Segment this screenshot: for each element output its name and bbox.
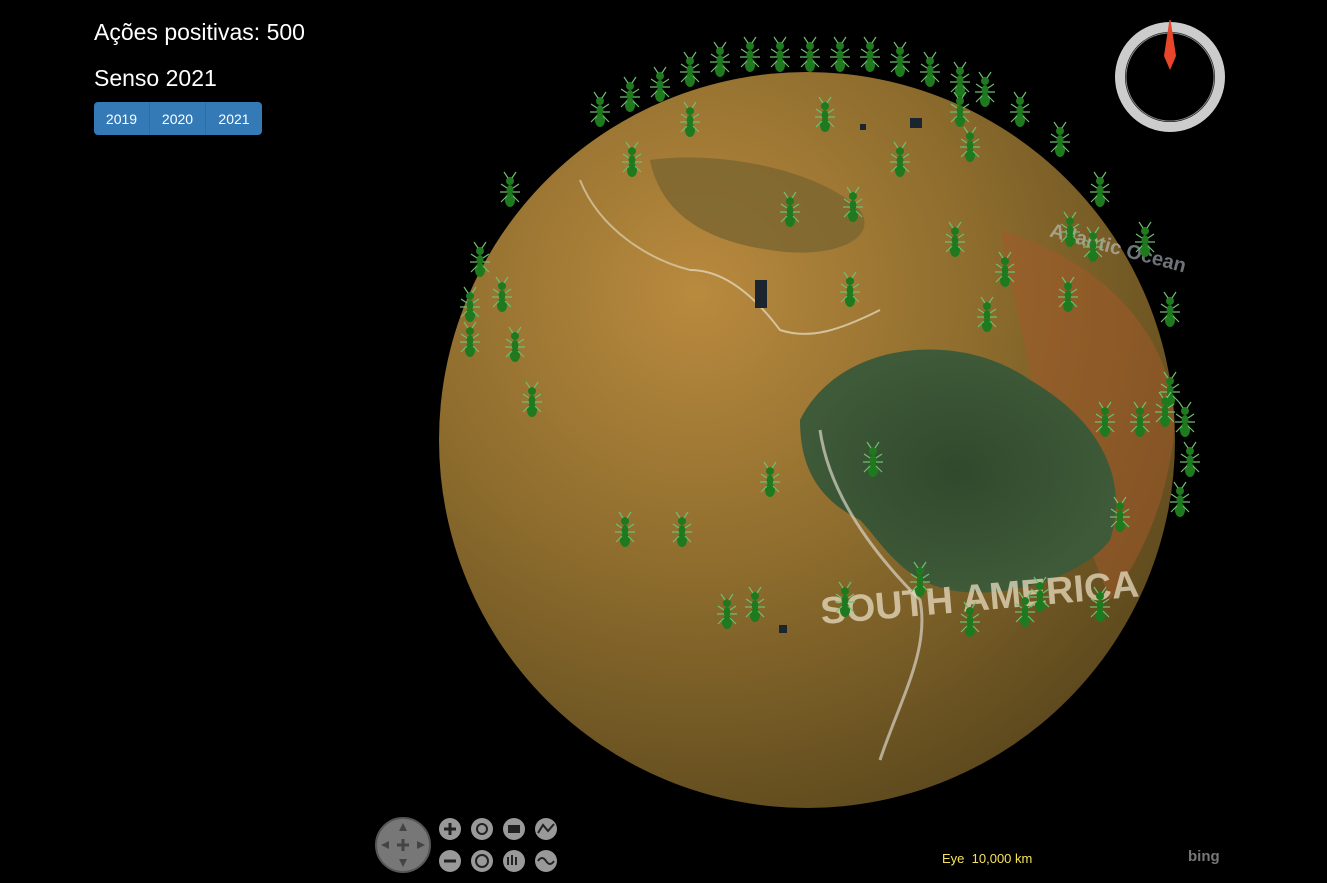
ant-marker-icon[interactable] xyxy=(590,91,610,127)
zoom-out-icon[interactable] xyxy=(439,850,461,872)
ant-marker-icon[interactable] xyxy=(1050,121,1070,157)
rotate-left-icon[interactable] xyxy=(471,818,493,840)
eye-altitude: Eye 10,000 km xyxy=(942,851,1032,866)
ant-marker-icon[interactable] xyxy=(890,41,910,77)
ant-marker-icon[interactable] xyxy=(1010,91,1030,127)
navigation-controls xyxy=(375,817,557,873)
ant-marker-icon[interactable] xyxy=(500,171,520,207)
terrain-up-icon[interactable] xyxy=(535,818,557,840)
ant-marker-icon[interactable] xyxy=(620,76,640,112)
ant-marker-icon[interactable] xyxy=(1175,401,1195,437)
ant-marker-icon[interactable] xyxy=(1180,441,1200,477)
zoom-in-icon[interactable] xyxy=(439,818,461,840)
map-patch xyxy=(779,625,787,633)
compass-widget[interactable] xyxy=(1113,20,1227,134)
ant-marker-icon[interactable] xyxy=(830,36,850,72)
ant-marker-icon[interactable] xyxy=(650,66,670,102)
ant-marker-icon[interactable] xyxy=(860,36,880,72)
map-patch xyxy=(910,118,922,128)
ant-marker-icon[interactable] xyxy=(740,36,760,72)
ant-marker-icon[interactable] xyxy=(1160,291,1180,327)
eye-altitude-value: 10,000 km xyxy=(971,851,1033,866)
ant-marker-icon[interactable] xyxy=(800,36,820,72)
map-patch xyxy=(860,124,866,130)
eye-label: Eye xyxy=(942,851,965,866)
ant-marker-icon[interactable] xyxy=(770,36,790,72)
ant-marker-icon[interactable] xyxy=(950,61,970,97)
bing-logo[interactable]: bing xyxy=(1188,848,1220,865)
ant-marker-icon[interactable] xyxy=(680,51,700,87)
ant-marker-icon[interactable] xyxy=(1090,171,1110,207)
map-patch xyxy=(755,280,767,308)
tilt-up-icon[interactable] xyxy=(503,818,525,840)
terrain-down-icon[interactable] xyxy=(535,850,557,872)
ant-marker-icon[interactable] xyxy=(975,71,995,107)
rotate-right-icon[interactable] xyxy=(471,850,493,872)
ant-marker-icon[interactable] xyxy=(920,51,940,87)
ant-marker-icon[interactable] xyxy=(710,41,730,77)
tilt-down-icon[interactable] xyxy=(503,850,525,872)
ant-marker-icon[interactable] xyxy=(1170,481,1190,517)
